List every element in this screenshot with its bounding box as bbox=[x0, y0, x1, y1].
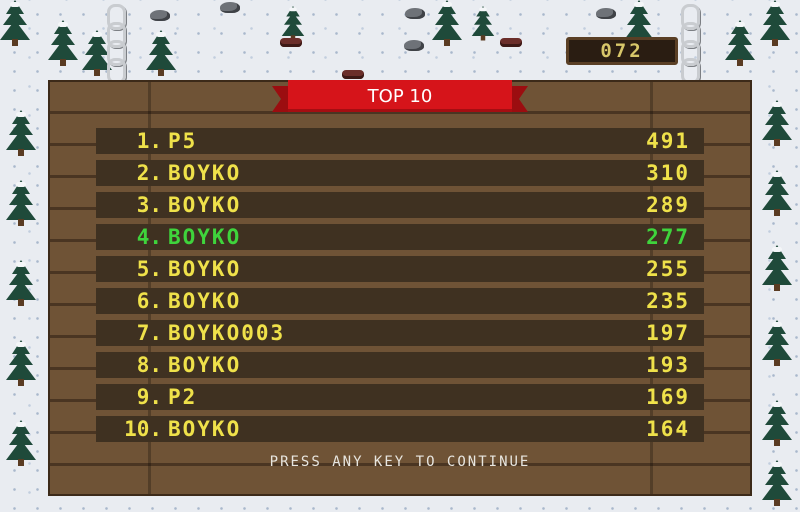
score-value: 277 bbox=[646, 225, 690, 249]
rank-label: 3. bbox=[136, 193, 162, 217]
rank-label: 10. bbox=[124, 417, 162, 441]
counter-value: 072 bbox=[600, 40, 644, 62]
rank-label: 7. bbox=[136, 321, 162, 345]
rock-icon bbox=[405, 8, 425, 19]
score-value: 491 bbox=[646, 129, 690, 153]
distance-counter: 072 bbox=[566, 37, 678, 65]
score-value: 289 bbox=[646, 193, 690, 217]
rank-label: 6. bbox=[136, 289, 162, 313]
rock-icon bbox=[404, 40, 424, 51]
score-list: 1. P5 491 2. BOYKO 310 3. BOYKO 289 4. B… bbox=[96, 128, 704, 448]
pine-tree-icon bbox=[48, 20, 78, 68]
score-value: 310 bbox=[646, 161, 690, 185]
rock-icon bbox=[220, 2, 240, 13]
pine-tree-icon bbox=[725, 20, 755, 68]
score-row: 7. BOYKO003 197 bbox=[96, 320, 704, 346]
pine-tree-icon bbox=[6, 110, 36, 158]
leaderboard-title: TOP 10 bbox=[367, 85, 433, 107]
pine-tree-icon bbox=[471, 6, 495, 42]
ribbon-body: TOP 10 bbox=[288, 80, 512, 112]
score-value: 197 bbox=[646, 321, 690, 345]
score-row: 6. BOYKO 235 bbox=[96, 288, 704, 314]
score-value: 193 bbox=[646, 353, 690, 377]
pine-tree-icon bbox=[762, 400, 792, 448]
pine-tree-icon bbox=[762, 100, 792, 148]
chain-icon bbox=[104, 4, 126, 84]
rank-label: 8. bbox=[136, 353, 162, 377]
score-value: 235 bbox=[646, 289, 690, 313]
rank-label: 1. bbox=[136, 129, 162, 153]
title-ribbon: TOP 10 bbox=[272, 80, 528, 114]
pine-tree-icon bbox=[146, 30, 176, 78]
score-row: 8. BOYKO 193 bbox=[96, 352, 704, 378]
score-row: 10. BOYKO 164 bbox=[96, 416, 704, 442]
player-name: BOYKO bbox=[168, 257, 242, 281]
player-name: BOYKO bbox=[168, 161, 242, 185]
player-name: BOYKO bbox=[168, 289, 242, 313]
pine-tree-icon bbox=[0, 0, 30, 48]
pine-tree-icon bbox=[6, 180, 36, 228]
pine-tree-icon bbox=[281, 6, 305, 42]
stump-icon bbox=[342, 70, 364, 79]
score-row-highlighted: 4. BOYKO 277 bbox=[96, 224, 704, 250]
continue-prompt[interactable]: PRESS ANY KEY TO CONTINUE bbox=[0, 454, 800, 470]
score-value: 164 bbox=[646, 417, 690, 441]
player-name: BOYKO bbox=[168, 417, 242, 441]
player-name: P5 bbox=[168, 129, 198, 153]
stump-icon bbox=[280, 38, 302, 47]
stump-icon bbox=[500, 38, 522, 47]
player-name: BOYKO bbox=[168, 193, 242, 217]
player-name: P2 bbox=[168, 385, 198, 409]
score-value: 255 bbox=[646, 257, 690, 281]
rank-label: 4. bbox=[136, 225, 162, 249]
chain-icon bbox=[678, 4, 700, 84]
rank-label: 2. bbox=[136, 161, 162, 185]
score-row: 5. BOYKO 255 bbox=[96, 256, 704, 282]
pine-tree-icon bbox=[432, 0, 462, 48]
score-row: 9. P2 169 bbox=[96, 384, 704, 410]
player-name: BOYKO003 bbox=[168, 321, 286, 345]
rank-label: 5. bbox=[136, 257, 162, 281]
score-row: 3. BOYKO 289 bbox=[96, 192, 704, 218]
pine-tree-icon bbox=[760, 0, 790, 48]
pine-tree-icon bbox=[6, 260, 36, 308]
score-value: 169 bbox=[646, 385, 690, 409]
pine-tree-icon bbox=[6, 340, 36, 388]
score-row: 1. P5 491 bbox=[96, 128, 704, 154]
score-row: 2. BOYKO 310 bbox=[96, 160, 704, 186]
pine-tree-icon bbox=[762, 170, 792, 218]
pine-tree-icon bbox=[762, 245, 792, 293]
player-name: BOYKO bbox=[168, 225, 242, 249]
pine-tree-icon bbox=[762, 320, 792, 368]
rock-icon bbox=[150, 10, 170, 21]
player-name: BOYKO bbox=[168, 353, 242, 377]
rock-icon bbox=[596, 8, 616, 19]
rank-label: 9. bbox=[136, 385, 162, 409]
